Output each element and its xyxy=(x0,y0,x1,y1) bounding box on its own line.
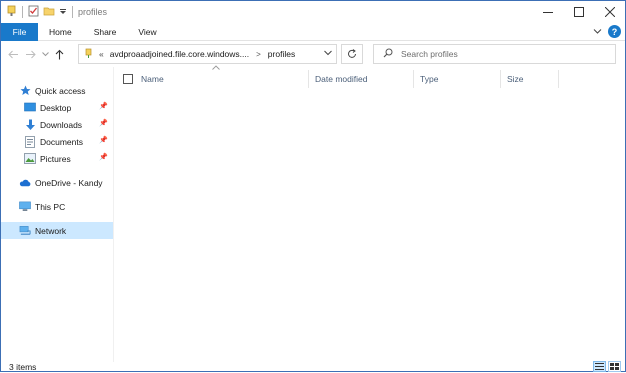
view-buttons xyxy=(593,361,621,372)
column-size-label: Size xyxy=(507,74,524,84)
sidebar-item-this-pc[interactable]: This PC xyxy=(1,198,113,215)
back-button[interactable] xyxy=(5,41,22,67)
status-bar: 3 items xyxy=(1,361,625,373)
documents-icon xyxy=(24,135,36,148)
details-view-button[interactable] xyxy=(593,361,606,372)
search-icon xyxy=(383,48,393,60)
address-overflow-marker[interactable]: « xyxy=(99,49,104,59)
item-count: 3 items xyxy=(9,362,37,372)
tab-home[interactable]: Home xyxy=(38,23,83,41)
pictures-icon xyxy=(24,153,36,165)
ribbon-tabs: File Home Share View ? xyxy=(1,22,625,41)
sidebar-item-label: Pictures xyxy=(40,153,71,164)
star-icon xyxy=(19,85,31,97)
pin-icon[interactable]: 📌 xyxy=(99,102,108,110)
sidebar-item-desktop[interactable]: Desktop 📌 xyxy=(1,99,113,116)
desktop-icon xyxy=(24,102,36,114)
refresh-button[interactable] xyxy=(341,44,363,64)
navigation-pane: Quick access Desktop 📌 Downloads 📌 Docum… xyxy=(1,67,114,362)
download-arrow-icon xyxy=(24,119,36,131)
column-header-date-modified[interactable]: Date modified xyxy=(309,70,414,88)
forward-button[interactable] xyxy=(22,41,39,67)
network-folder-icon xyxy=(83,48,94,61)
address-dropdown-icon[interactable] xyxy=(324,48,332,58)
quick-access-toolbar xyxy=(1,1,74,23)
navigation-row: « avdproaadjoined.file.core.windows.... … xyxy=(1,41,625,67)
sidebar-item-onedrive[interactable]: OneDrive - Kandy xyxy=(1,174,113,191)
sidebar-item-documents[interactable]: Documents 📌 xyxy=(1,133,113,150)
column-name-label: Name xyxy=(141,74,164,84)
column-date-label: Date modified xyxy=(315,74,368,84)
properties-icon[interactable] xyxy=(6,5,17,19)
close-button[interactable] xyxy=(594,1,625,23)
window-controls xyxy=(532,1,625,23)
ribbon-right-controls: ? xyxy=(593,25,621,38)
pin-icon[interactable]: 📌 xyxy=(99,136,108,144)
recent-locations-button[interactable] xyxy=(39,41,51,67)
network-icon xyxy=(19,225,31,237)
new-folder-icon[interactable] xyxy=(43,5,55,19)
file-explorer-window: profiles File Home Share View ? « avdpro… xyxy=(0,0,626,372)
sidebar-item-network[interactable]: Network xyxy=(1,222,113,239)
breadcrumb-profiles[interactable]: profiles xyxy=(268,49,295,59)
breadcrumb-share[interactable]: avdproaadjoined.file.core.windows.... xyxy=(110,49,249,59)
toolbar-divider xyxy=(22,6,23,18)
large-icons-view-button[interactable] xyxy=(608,361,621,372)
tab-share[interactable]: Share xyxy=(83,23,128,41)
window-title: profiles xyxy=(78,7,108,17)
sidebar-item-label: Downloads xyxy=(40,119,83,130)
computer-icon xyxy=(19,201,31,213)
nav-quick-access-label: Quick access xyxy=(35,85,86,96)
toolbar-divider xyxy=(72,6,73,18)
sidebar-item-pictures[interactable]: Pictures 📌 xyxy=(1,150,113,167)
tab-view[interactable]: View xyxy=(127,23,167,41)
minimize-button[interactable] xyxy=(532,1,563,23)
cloud-icon xyxy=(19,177,31,189)
maximize-button[interactable] xyxy=(563,1,594,23)
breadcrumb-chevron-icon[interactable]: > xyxy=(256,50,261,59)
title-bar: profiles xyxy=(1,1,625,23)
sidebar-item-label: This PC xyxy=(35,201,66,212)
sidebar-item-label: OneDrive - Kandy xyxy=(35,177,103,188)
column-header-type[interactable]: Type xyxy=(414,70,501,88)
column-header-size[interactable]: Size xyxy=(501,70,559,88)
help-icon[interactable]: ? xyxy=(608,25,621,38)
column-header-name[interactable]: Name xyxy=(115,70,309,88)
address-bar[interactable]: « avdproaadjoined.file.core.windows.... … xyxy=(78,44,337,64)
select-all-checkbox[interactable] xyxy=(123,74,133,84)
file-list: Name Date modified Type Size xyxy=(115,65,625,362)
search-input[interactable] xyxy=(401,49,601,59)
column-headers: Name Date modified Type Size xyxy=(115,70,625,88)
column-type-label: Type xyxy=(420,74,439,84)
nav-quick-access[interactable]: Quick access xyxy=(1,82,113,99)
search-box[interactable] xyxy=(373,44,616,64)
check-properties-icon[interactable] xyxy=(28,5,39,19)
sidebar-item-label: Desktop xyxy=(40,102,72,113)
sidebar-item-downloads[interactable]: Downloads 📌 xyxy=(1,116,113,133)
up-button[interactable] xyxy=(51,41,68,67)
sidebar-item-label: Documents xyxy=(40,136,83,147)
pin-icon[interactable]: 📌 xyxy=(99,119,108,127)
pin-icon[interactable]: 📌 xyxy=(99,153,108,161)
tab-file[interactable]: File xyxy=(1,22,38,41)
customize-toolbar-icon[interactable] xyxy=(59,5,67,19)
sidebar-item-label: Network xyxy=(35,225,67,236)
expand-ribbon-icon[interactable] xyxy=(593,27,602,37)
